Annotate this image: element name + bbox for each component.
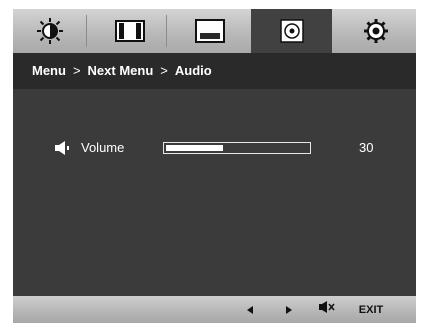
- left-arrow-icon: [246, 301, 254, 319]
- tab-bar: [13, 9, 416, 53]
- color-bars-icon: [114, 20, 145, 42]
- volume-slider-fill: [166, 145, 223, 151]
- volume-slider[interactable]: [163, 142, 311, 154]
- audio-settings-content: Volume 30: [13, 89, 416, 296]
- tab-display[interactable]: [173, 9, 246, 53]
- right-arrow-button[interactable]: [278, 296, 300, 323]
- exit-label: EXIT: [358, 303, 384, 316]
- speaker-icon: [54, 141, 70, 158]
- gear-icon: [362, 17, 390, 45]
- osd-panel: Menu > Next Menu > Audio Volume 30 EXIT: [13, 9, 416, 323]
- volume-value: 30: [359, 140, 374, 155]
- volume-row[interactable]: Volume 30: [13, 137, 416, 159]
- breadcrumb-current: Audio: [174, 63, 212, 78]
- right-arrow-icon: [285, 301, 293, 319]
- speaker-disc-icon: [279, 19, 304, 43]
- tab-audio[interactable]: [251, 9, 332, 53]
- bottom-control-bar: EXIT: [13, 296, 416, 323]
- tab-settings[interactable]: [335, 9, 416, 53]
- brightness-icon: [36, 17, 64, 45]
- breadcrumb-next-menu: Next Menu: [87, 63, 154, 78]
- breadcrumb-separator: >: [160, 63, 168, 78]
- tab-picture[interactable]: [13, 9, 87, 53]
- exit-button[interactable]: EXIT: [351, 296, 391, 323]
- tab-color[interactable]: [93, 9, 167, 53]
- volume-label: Volume: [81, 140, 125, 155]
- breadcrumb-menu: Menu: [32, 63, 66, 78]
- mute-icon: [318, 300, 336, 319]
- screen-icon: [194, 19, 225, 43]
- breadcrumb-separator: >: [72, 63, 81, 78]
- left-arrow-button[interactable]: [239, 296, 261, 323]
- breadcrumb: Menu > Next Menu > Audio: [13, 53, 416, 89]
- mute-button[interactable]: [313, 296, 341, 323]
